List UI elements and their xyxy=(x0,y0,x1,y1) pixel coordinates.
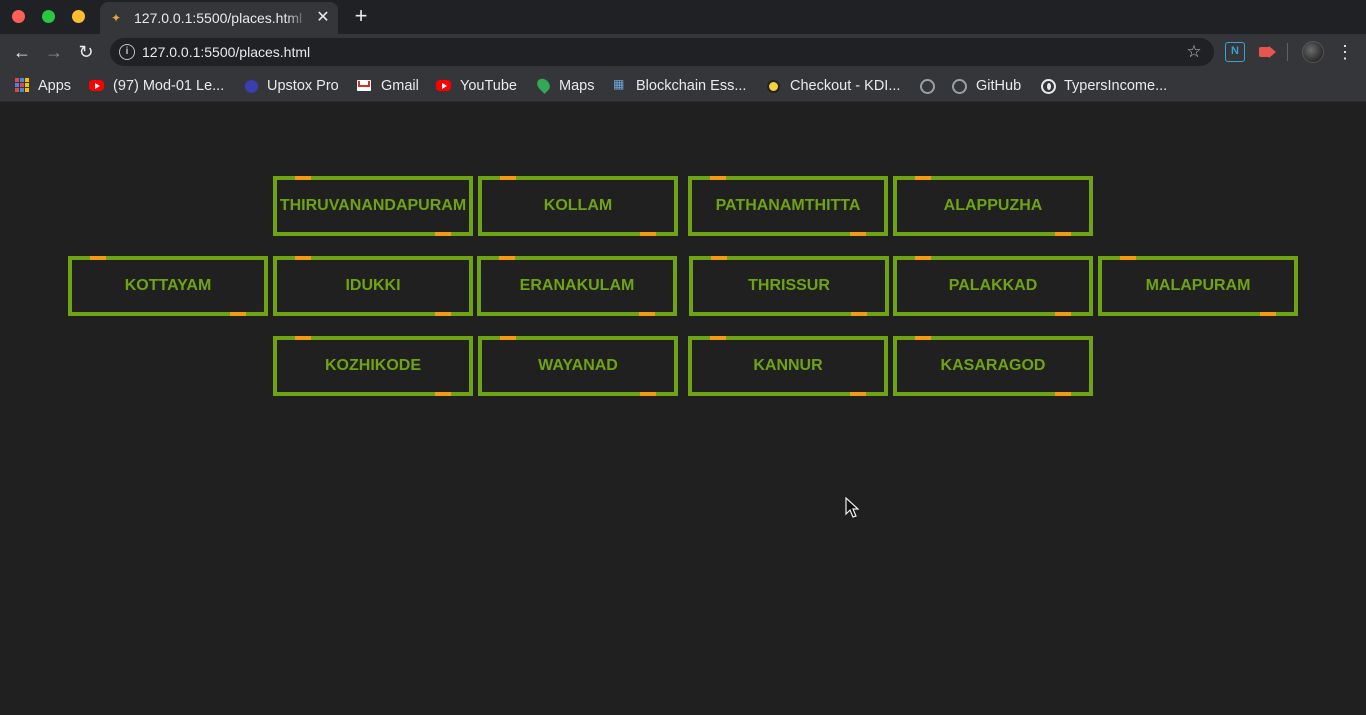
active-tab[interactable]: ✦ 127.0.0.1:5500/places.html ✕ xyxy=(100,2,338,34)
url-text[interactable]: 127.0.0.1:5500/places.html xyxy=(142,44,310,60)
close-window-button[interactable] xyxy=(12,10,25,23)
github-icon xyxy=(952,79,967,94)
bookmark-youtube[interactable]: YouTube xyxy=(460,76,517,96)
youtube-icon xyxy=(89,80,104,91)
place-button-kasaragod[interactable]: KASARAGOD xyxy=(893,336,1093,396)
github-icon[interactable] xyxy=(920,79,935,94)
blockchain-icon: ▦ xyxy=(613,77,625,91)
bookmark-maps[interactable]: Maps xyxy=(559,76,594,96)
extension-n-icon[interactable]: N xyxy=(1225,42,1245,62)
place-button-eranakulam[interactable]: ERANAKULAM xyxy=(477,256,677,316)
tab-title-fade xyxy=(286,8,308,28)
apps-grid-icon xyxy=(14,77,30,93)
upstox-icon xyxy=(245,80,258,93)
new-tab-button[interactable]: + xyxy=(350,5,372,27)
page-viewport: THIRUVANANDAPURAM KOLLAM PATHANAMTHITTA … xyxy=(0,102,1366,715)
place-button-kozhikode[interactable]: KOZHIKODE xyxy=(273,336,473,396)
place-button-thiruvanandapuram[interactable]: THIRUVANANDAPURAM xyxy=(273,176,473,236)
tab-favicon-icon: ✦ xyxy=(111,11,122,25)
bookmark-apps[interactable]: Apps xyxy=(38,76,71,96)
place-button-alappuzha[interactable]: ALAPPUZHA xyxy=(893,176,1093,236)
mouse-cursor-icon xyxy=(845,497,859,518)
extension-recorder-icon[interactable] xyxy=(1257,42,1277,62)
back-arrow-icon[interactable]: ← xyxy=(11,41,33,63)
bookmark-upstox[interactable]: Upstox Pro xyxy=(267,76,339,96)
globe-icon xyxy=(1041,79,1056,94)
tab-close-icon[interactable]: ✕ xyxy=(314,9,332,27)
address-bar[interactable]: i 127.0.0.1:5500/places.html ☆ xyxy=(110,38,1214,66)
place-button-kannur[interactable]: KANNUR xyxy=(688,336,888,396)
place-button-wayanad[interactable]: WAYANAD xyxy=(478,336,678,396)
maps-icon xyxy=(534,76,553,94)
place-button-thrissur[interactable]: THRISSUR xyxy=(689,256,889,316)
place-button-kottayam[interactable]: KOTTAYAM xyxy=(68,256,268,316)
bookmark-star-icon[interactable]: ☆ xyxy=(1184,42,1204,62)
place-button-pathanamthitta[interactable]: PATHANAMTHITTA xyxy=(688,176,888,236)
place-button-malapuram[interactable]: MALAPURAM xyxy=(1098,256,1298,316)
bookmark-github[interactable]: GitHub xyxy=(976,76,1021,96)
gmail-icon xyxy=(357,80,371,91)
place-button-palakkad[interactable]: PALAKKAD xyxy=(893,256,1093,316)
bookmark-typersincome[interactable]: TypersIncome... xyxy=(1064,76,1167,96)
place-button-kollam[interactable]: KOLLAM xyxy=(478,176,678,236)
minimize-window-button[interactable] xyxy=(72,10,85,23)
browser-toolbar: ← → ↻ i 127.0.0.1:5500/places.html ☆ N ⋮ xyxy=(0,34,1366,70)
bookmarks-bar: Apps (97) Mod-01 Le... Upstox Pro Gmail … xyxy=(0,70,1366,102)
site-info-icon[interactable]: i xyxy=(119,44,135,60)
maximize-window-button[interactable] xyxy=(42,10,55,23)
profile-avatar[interactable] xyxy=(1302,41,1324,63)
tab-strip: ✦ 127.0.0.1:5500/places.html ✕ + xyxy=(0,0,1366,34)
menu-dots-icon[interactable]: ⋮ xyxy=(1336,41,1354,63)
bookmark-mod01[interactable]: (97) Mod-01 Le... xyxy=(113,76,224,96)
checkout-icon xyxy=(767,80,780,93)
toolbar-divider xyxy=(1287,43,1288,61)
place-button-idukki[interactable]: IDUKKI xyxy=(273,256,473,316)
bookmark-blockchain[interactable]: Blockchain Ess... xyxy=(636,76,746,96)
forward-arrow-icon[interactable]: → xyxy=(43,41,65,63)
bookmark-gmail[interactable]: Gmail xyxy=(381,76,419,96)
reload-icon[interactable]: ↻ xyxy=(75,41,97,63)
tab-title: 127.0.0.1:5500/places.html xyxy=(134,10,303,26)
youtube-icon xyxy=(436,80,451,91)
bookmark-checkout[interactable]: Checkout - KDI... xyxy=(790,76,900,96)
